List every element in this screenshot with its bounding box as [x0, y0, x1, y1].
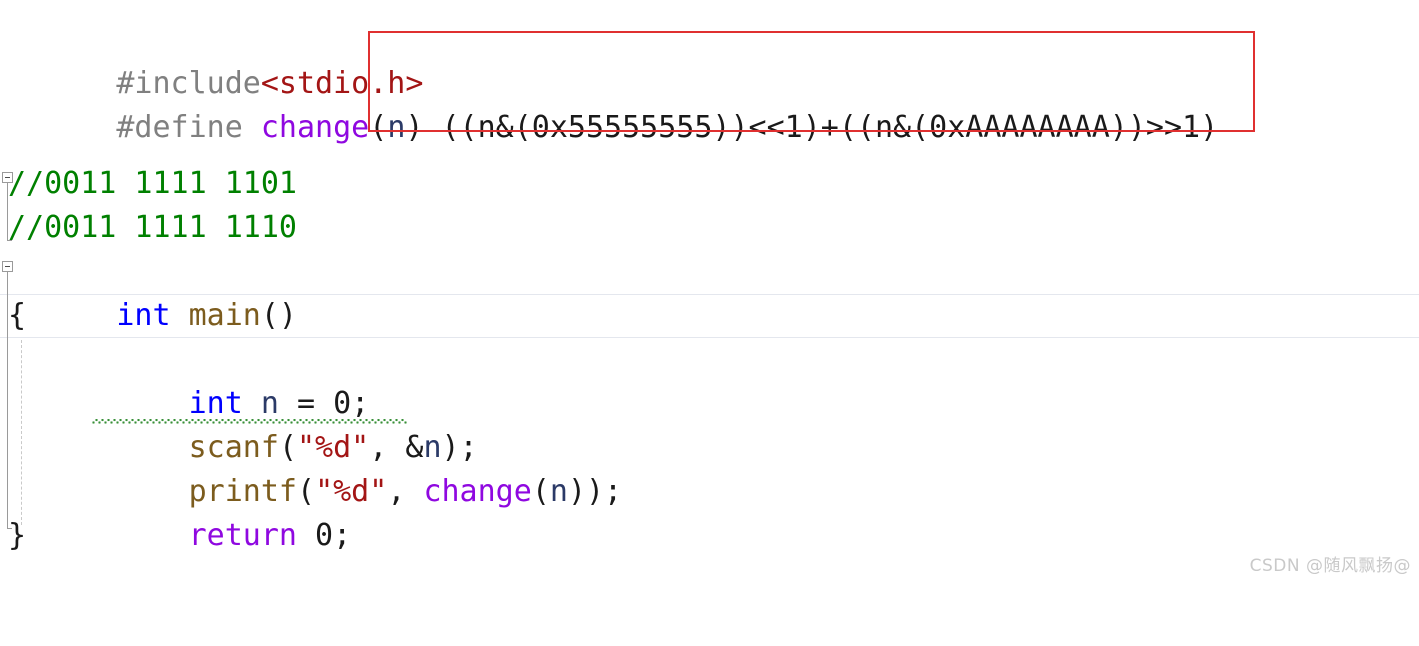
- code-line-6[interactable]: int main(): [0, 250, 1419, 333]
- code-line-4[interactable]: //0011 1111 1101: [0, 162, 1419, 206]
- code-line-8[interactable]: int n = 0;: [0, 338, 1419, 421]
- token-open-brace: {: [8, 298, 27, 333]
- token-comment-binary-2: //0011 1111 1110: [8, 210, 297, 245]
- error-squiggle-underline: [92, 419, 407, 424]
- code-line-2[interactable]: #define change(n) ((n&(0x55555555))<<1)+…: [0, 62, 1419, 145]
- code-line-5[interactable]: //0011 1111 1110: [0, 206, 1419, 250]
- token-comment-binary-1: //0011 1111 1101: [8, 166, 297, 201]
- code-line-11[interactable]: return 0;: [0, 470, 1419, 553]
- code-line-1[interactable]: #include<stdio.h>: [0, 18, 1419, 101]
- code-line-3-blank[interactable]: [0, 106, 1419, 150]
- code-line-12[interactable]: }: [0, 514, 1419, 558]
- code-line-9[interactable]: scanf("%d", &n);: [0, 382, 1419, 465]
- token-close-brace: }: [8, 518, 27, 553]
- csdn-watermark: CSDN @随风飘扬@: [1249, 556, 1411, 576]
- code-line-10[interactable]: printf("%d", change(n));: [0, 426, 1419, 509]
- code-editor[interactable]: #include<stdio.h> #define change(n) ((n&…: [0, 0, 1419, 584]
- code-line-7[interactable]: {: [0, 294, 1419, 338]
